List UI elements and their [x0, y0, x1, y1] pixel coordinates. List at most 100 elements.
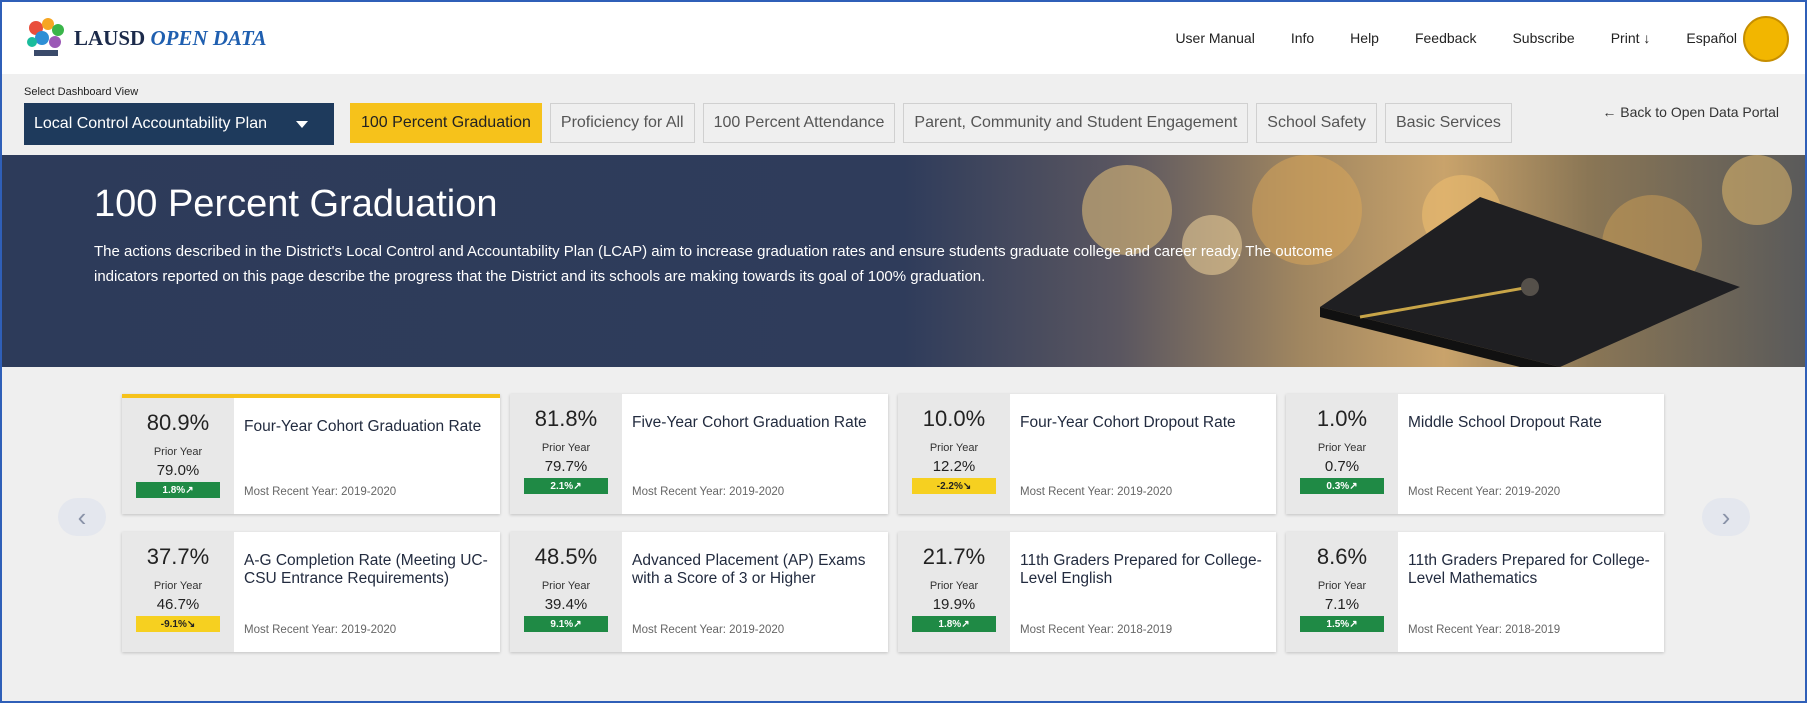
- prior-year-label: Prior Year: [541, 442, 591, 454]
- tab-school-safety[interactable]: School Safety: [1256, 103, 1377, 143]
- brand-title[interactable]: LAUSD OPEN DATA: [74, 26, 267, 51]
- nav-info[interactable]: Info: [1291, 30, 1314, 46]
- change-badge: -2.2%↘: [912, 478, 996, 494]
- brand-accent: OPEN DATA: [150, 26, 267, 50]
- metric-title: Five-Year Cohort Graduation Rate: [632, 414, 867, 431]
- metric-value: 81.8%: [534, 406, 598, 431]
- metric-info: Advanced Placement (AP) Exams with a Sco…: [622, 532, 888, 652]
- back-link-label: Back to Open Data Portal: [1620, 104, 1779, 120]
- metric-info: Five-Year Cohort Graduation Rate Most Re…: [622, 394, 888, 514]
- prior-year-label: Prior Year: [153, 446, 203, 458]
- change-badge: 0.3%↗: [1300, 478, 1384, 494]
- metric-title: Four-Year Cohort Graduation Rate: [244, 418, 482, 435]
- metric-value: 48.5%: [534, 544, 598, 569]
- metric-stat-panel: 48.5% Prior Year 39.4% 9.1%↗: [510, 532, 622, 652]
- metric-year: Most Recent Year: 2018-2019: [1020, 624, 1173, 636]
- lausd-logo-icon[interactable]: [22, 14, 70, 62]
- prior-year-value: 19.9%: [932, 596, 976, 613]
- metric-year: Most Recent Year: 2019-2020: [1020, 486, 1173, 498]
- prior-year-label: Prior Year: [541, 580, 591, 592]
- nav-user-manual[interactable]: User Manual: [1175, 30, 1254, 46]
- nav-subscribe[interactable]: Subscribe: [1512, 30, 1574, 46]
- prior-year-label: Prior Year: [153, 580, 203, 592]
- metric-title: Advanced Placement (AP) Exams with a Sco…: [632, 552, 866, 587]
- change-badge: -9.1%↘: [136, 616, 220, 632]
- view-select-label: Select Dashboard View: [24, 86, 139, 98]
- top-nav: User Manual Info Help Feedback Subscribe…: [1175, 30, 1737, 46]
- metric-card[interactable]: 8.6% Prior Year 7.1% 1.5%↗ 11th Graders …: [1286, 532, 1664, 652]
- tab-engagement[interactable]: Parent, Community and Student Engagement: [903, 103, 1249, 143]
- metric-stat-panel: 10.0% Prior Year 12.2% -2.2%↘: [898, 394, 1010, 514]
- top-bar: LAUSD OPEN DATA User Manual Info Help Fe…: [2, 2, 1805, 74]
- metric-info: Four-Year Cohort Dropout Rate Most Recen…: [1010, 394, 1276, 514]
- hero-banner: 100 Percent Graduation The actions descr…: [2, 155, 1805, 367]
- metric-card[interactable]: 81.8% Prior Year 79.7% 2.1%↗ Five-Year C…: [510, 394, 888, 514]
- metric-title: 11th Graders Prepared for College-Level …: [1408, 552, 1650, 587]
- metric-stat-panel: 1.0% Prior Year 0.7% 0.3%↗: [1286, 394, 1398, 514]
- metric-card[interactable]: 48.5% Prior Year 39.4% 9.1%↗ Advanced Pl…: [510, 532, 888, 652]
- metric-value: 37.7%: [146, 544, 210, 569]
- metric-stat-panel: 80.9% Prior Year 79.0% 1.8%↗: [122, 398, 234, 514]
- change-badge: 9.1%↗: [524, 616, 608, 632]
- metric-year: Most Recent Year: 2019-2020: [632, 486, 785, 498]
- caret-down-icon: [296, 120, 308, 128]
- metric-year: Most Recent Year: 2019-2020: [1408, 486, 1561, 498]
- chevron-left-icon: ‹: [77, 501, 87, 532]
- prior-year-label: Prior Year: [1317, 580, 1367, 592]
- nav-espanol[interactable]: Español: [1686, 30, 1737, 46]
- prior-year-value: 39.4%: [544, 596, 588, 613]
- metric-value: 21.7%: [922, 544, 986, 569]
- metric-info: A-G Completion Rate (Meeting UC-CSU Entr…: [234, 532, 500, 652]
- hero-title: 100 Percent Graduation: [94, 183, 498, 225]
- tab-bar: 100 Percent Graduation Proficiency for A…: [350, 103, 1512, 143]
- metric-year: Most Recent Year: 2019-2020: [632, 624, 785, 636]
- nav-feedback[interactable]: Feedback: [1415, 30, 1476, 46]
- dashboard-view-select[interactable]: Local Control Accountability Plan: [24, 103, 334, 145]
- nav-help[interactable]: Help: [1350, 30, 1379, 46]
- hero-description: The actions described in the District's …: [94, 243, 1333, 285]
- chevron-right-icon: ›: [1721, 501, 1731, 532]
- prior-year-label: Prior Year: [929, 580, 979, 592]
- back-to-portal-link[interactable]: ← Back to Open Data Portal: [1602, 104, 1779, 120]
- tab-basic-services[interactable]: Basic Services: [1385, 103, 1512, 143]
- metric-value: 80.9%: [146, 410, 210, 435]
- metric-value: 8.6%: [1316, 544, 1368, 569]
- metric-value: 1.0%: [1316, 406, 1368, 431]
- prior-year-label: Prior Year: [929, 442, 979, 454]
- metric-year: Most Recent Year: 2019-2020: [244, 624, 397, 636]
- prior-year-value: 12.2%: [932, 458, 976, 475]
- app-frame: LAUSD OPEN DATA User Manual Info Help Fe…: [0, 0, 1807, 703]
- metric-stat-panel: 37.7% Prior Year 46.7% -9.1%↘: [122, 532, 234, 652]
- carousel-prev-button[interactable]: ‹: [58, 498, 106, 536]
- change-badge: 1.8%↗: [136, 482, 220, 498]
- metric-card[interactable]: 1.0% Prior Year 0.7% 0.3%↗ Middle School…: [1286, 394, 1664, 514]
- dashboard-view-value: Local Control Accountability Plan: [34, 115, 268, 132]
- prior-year-label: Prior Year: [1317, 442, 1367, 454]
- change-badge: 1.8%↗: [912, 616, 996, 632]
- metric-year: Most Recent Year: 2018-2019: [1408, 624, 1561, 636]
- metric-info: 11th Graders Prepared for College-Level …: [1010, 532, 1276, 652]
- metric-title: A-G Completion Rate (Meeting UC-CSU Entr…: [244, 552, 488, 587]
- metric-title: Middle School Dropout Rate: [1408, 414, 1602, 431]
- tab-proficiency-for-all[interactable]: Proficiency for All: [549, 103, 695, 143]
- change-badge: 1.5%↗: [1300, 616, 1384, 632]
- tab-100-percent-graduation[interactable]: 100 Percent Graduation: [350, 103, 542, 143]
- metric-year: Most Recent Year: 2019-2020: [244, 486, 397, 498]
- prior-year-value: 46.7%: [156, 596, 200, 613]
- prior-year-value: 0.7%: [1324, 458, 1360, 475]
- district-seal-icon: [1743, 16, 1789, 62]
- metric-value: 10.0%: [922, 406, 986, 431]
- metric-card[interactable]: 21.7% Prior Year 19.9% 1.8%↗ 11th Grader…: [898, 532, 1276, 652]
- prior-year-value: 79.0%: [156, 462, 200, 479]
- prior-year-value: 7.1%: [1324, 596, 1360, 613]
- metric-stat-panel: 8.6% Prior Year 7.1% 1.5%↗: [1286, 532, 1398, 652]
- nav-print[interactable]: Print ↓: [1611, 30, 1651, 46]
- metric-card[interactable]: 80.9% Prior Year 79.0% 1.8%↗ Four-Year C…: [122, 394, 500, 514]
- metric-card[interactable]: 10.0% Prior Year 12.2% -2.2%↘ Four-Year …: [898, 394, 1276, 514]
- metric-info: Four-Year Cohort Graduation Rate Most Re…: [234, 398, 500, 514]
- arrow-left-icon: ←: [1602, 104, 1617, 120]
- carousel-next-button[interactable]: ›: [1702, 498, 1750, 536]
- tab-100-percent-attendance[interactable]: 100 Percent Attendance: [702, 103, 896, 143]
- metric-card[interactable]: 37.7% Prior Year 46.7% -9.1%↘ A-G Comple…: [122, 532, 500, 652]
- brand-prefix: LAUSD: [74, 26, 146, 50]
